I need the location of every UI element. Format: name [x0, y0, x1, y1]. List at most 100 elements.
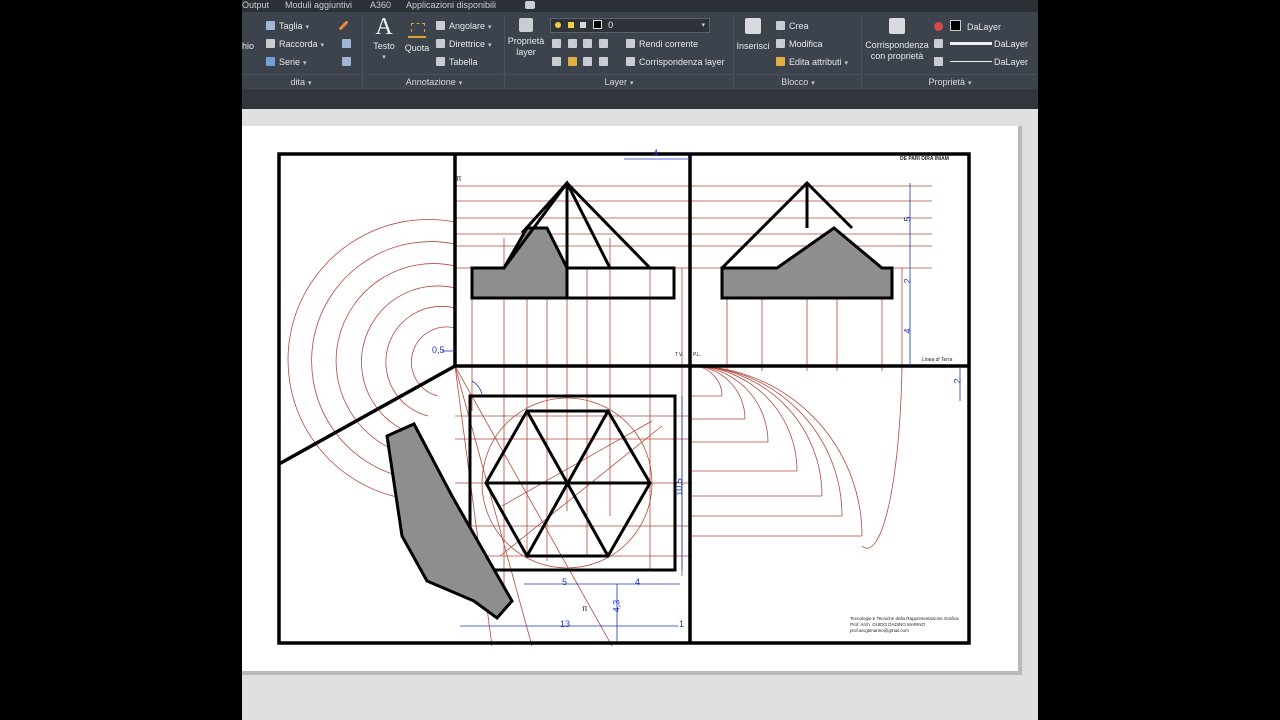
group-blocco-label[interactable]: Blocco ▾ — [736, 74, 860, 89]
color-dropdown[interactable]: DaLayer — [934, 20, 1036, 33]
video-icon[interactable] — [525, 1, 535, 9]
offset-small-button[interactable] — [342, 56, 355, 68]
layer-tool-icon[interactable] — [552, 39, 561, 48]
linetype-preview — [949, 61, 992, 62]
linetype-value: DaLayer — [994, 57, 1029, 67]
explode-small-button[interactable] — [342, 38, 355, 50]
crea-button[interactable]: Crea — [776, 20, 809, 32]
quota-button[interactable]: Quota — [402, 18, 432, 54]
dim-bottom-4: 4 — [635, 577, 641, 587]
taglia-button[interactable]: Taglia ▾ — [266, 20, 309, 34]
edit-block-icon — [776, 39, 785, 48]
raccorda-label: Raccorda — [279, 39, 318, 49]
tab-output[interactable]: Output — [242, 0, 269, 11]
ribbon-separator — [861, 16, 862, 88]
autocad-window: Output Moduli aggiuntivi A360 Applicazio… — [242, 0, 1038, 720]
rendi-corrente-label: Rendi corrente — [639, 39, 699, 49]
inserisci-label: Inserisci — [736, 41, 770, 51]
table-icon — [436, 57, 445, 66]
edita-attributi-button[interactable]: Edita attributi ▾ — [776, 56, 848, 70]
layer-tools-row1 — [552, 38, 612, 50]
layer-tool-icon[interactable] — [567, 57, 577, 66]
angolare-label: Angolare — [449, 21, 486, 31]
mirror-button-partial[interactable]: hio — [242, 40, 254, 52]
lineweight-value: DaLayer — [994, 39, 1029, 49]
tab-applicazioni-disponibili[interactable]: Applicazioni disponibili — [406, 0, 496, 11]
tab-moduli-aggiuntivi[interactable]: Moduli aggiuntivi — [285, 0, 352, 11]
corrispondenza-layer-button[interactable]: Corrispondenza layer — [626, 56, 725, 68]
explode-icon — [342, 39, 351, 48]
sun-icon — [567, 22, 574, 28]
serie-button[interactable]: Serie ▾ — [266, 56, 307, 70]
pencil-icon — [338, 20, 349, 31]
serie-label: Serie — [279, 57, 301, 67]
direttrice-button[interactable]: Direttrice ▾ — [436, 38, 492, 52]
linetype-icon — [934, 57, 943, 66]
array-icon — [266, 57, 275, 66]
ribbon-tab-bar: Output Moduli aggiuntivi A360 Applicazio… — [242, 0, 1038, 12]
layer-tool-icon[interactable] — [598, 57, 608, 66]
paper-sheet: 4 5 2 4 2 0,5 10,5 5 4 13 1 4,3 π π T.V.… — [242, 126, 1022, 675]
layer-dropdown[interactable]: 0 ▾ — [550, 18, 710, 33]
side-view — [720, 180, 894, 300]
leader-icon — [436, 39, 445, 48]
corrispondenza-proprieta-button[interactable]: Corrispondenza con proprietà — [864, 18, 930, 62]
offset-icon — [342, 57, 351, 66]
layer-tool-icon[interactable] — [583, 39, 593, 48]
proprieta-layer-label: Proprietà layer — [507, 36, 545, 57]
match-layer-icon — [626, 57, 635, 66]
layer-tool-icon[interactable] — [583, 57, 593, 66]
front-view — [470, 180, 676, 300]
title-block-email: prof.arcgtimarino@gmail.com — [850, 628, 909, 633]
label-linea-di-terra: Linea di Terra — [922, 357, 953, 363]
tab-a360[interactable]: A360 — [370, 0, 391, 11]
layer-tool-icon[interactable] — [567, 39, 577, 48]
rendi-corrente-button[interactable]: Rendi corrente — [626, 38, 698, 50]
trim-icon — [266, 21, 275, 30]
dim-bottom-5: 5 — [562, 577, 568, 587]
testo-button[interactable]: A Testo ▾ — [370, 14, 398, 64]
inserisci-button[interactable]: Inserisci — [736, 18, 770, 52]
label-pi-top: π — [456, 174, 462, 183]
lineweight-dropdown[interactable]: DaLayer — [934, 38, 1036, 50]
lineweight-preview — [949, 42, 992, 45]
insert-block-icon — [745, 18, 761, 34]
match-properties-icon — [889, 18, 905, 34]
layer-color-swatch — [592, 20, 602, 29]
linetype-dropdown[interactable]: DaLayer — [934, 56, 1036, 68]
layer-tool-icon[interactable] — [552, 57, 561, 66]
group-proprieta-label[interactable]: Proprietà ▾ — [864, 74, 1036, 89]
group-layer-label[interactable]: Layer ▾ — [506, 74, 732, 89]
angolare-button[interactable]: Angolare ▾ — [436, 20, 492, 34]
edit-attributes-icon — [776, 57, 785, 66]
label-pl: P.L. — [693, 352, 702, 358]
label-pi-bottom: π — [582, 604, 588, 613]
drawing-canvas[interactable]: 4 5 2 4 2 0,5 10,5 5 4 13 1 4,3 π π T.V.… — [242, 109, 1038, 720]
ribbon-separator — [504, 16, 505, 88]
layer-properties-icon — [519, 18, 533, 32]
label-corner-title: DE PARI DIRA INIAM — [900, 156, 949, 162]
quota-label: Quota — [404, 43, 430, 53]
dim-left-offset: 0,5 — [432, 345, 445, 355]
lineweight-icon — [934, 39, 943, 48]
taglia-label: Taglia — [279, 21, 303, 31]
lock-icon — [580, 22, 587, 28]
testo-label: Testo — [373, 41, 395, 51]
group-modifica-label[interactable]: dita ▾ — [242, 74, 360, 89]
dim-top-width: 4 — [653, 148, 659, 158]
proprieta-layer-button[interactable]: Proprietà layer — [506, 18, 546, 58]
fillet-icon — [266, 39, 275, 48]
modifica-button[interactable]: Modifica — [776, 38, 823, 50]
tabella-button[interactable]: Tabella — [436, 56, 478, 68]
angular-dimension-icon — [436, 21, 445, 30]
plan-view — [468, 394, 677, 572]
layer-tool-icon[interactable] — [598, 39, 608, 48]
dim-bottom-1: 1 — [679, 619, 685, 629]
file-tab-bar — [242, 91, 1038, 109]
raccorda-button[interactable]: Raccorda ▾ — [266, 38, 324, 52]
label-tv: T.V. — [675, 352, 684, 358]
erase-small-button[interactable] — [338, 20, 349, 33]
group-annotazione-label[interactable]: Annotazione ▾ — [366, 74, 502, 89]
ribbon-separator — [733, 16, 734, 88]
bulb-icon — [555, 22, 561, 28]
